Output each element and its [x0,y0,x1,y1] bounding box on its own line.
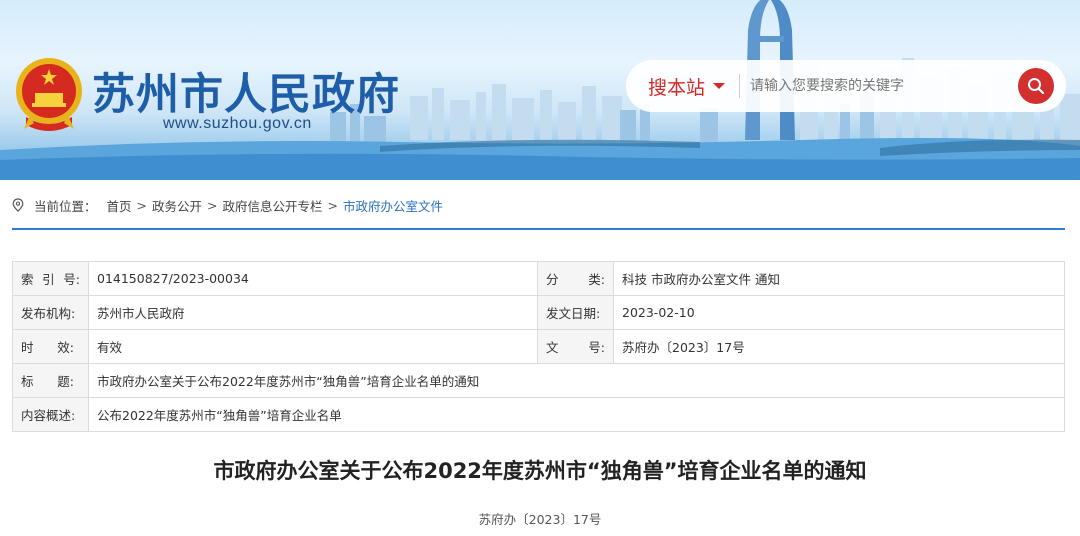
search-scope-dropdown[interactable]: 搜本站 [626,73,726,100]
index-number-label: 索引号: [12,261,89,296]
site-url: www.suzhou.gov.cn [163,115,312,132]
location-pin-icon [12,198,24,212]
breadcrumb-separator: > [207,197,218,213]
issue-date-value: 2023-02-10 [613,295,1065,330]
breadcrumb: 当前位置： 首页 > 政务公开 > 政府信息公开专栏 > 市政府办公室文件 [12,194,443,216]
table-row: 发布机构: 苏州市人民政府 发文日期: 2023-02-10 [12,295,1065,330]
breadcrumb-separator: > [327,197,339,213]
site-title: 苏州市人民政府 [92,70,400,120]
summary-value: 公布2022年度苏州市“独角兽”培育企业名单 [88,397,1065,432]
category-value: 科技 市政府办公室文件 通知 [613,261,1065,296]
breadcrumb-gov-affairs[interactable]: 政务公开 [152,196,202,215]
search-divider [739,74,741,98]
table-row: 内容概述: 公布2022年度苏州市“独角兽”培育企业名单 [12,397,1065,432]
document-number-value: 苏府办〔2023〕17号 [613,329,1065,364]
breadcrumb-info-disclosure[interactable]: 政府信息公开专栏 [223,196,323,215]
publisher-label: 发布机构: [12,295,89,330]
publisher-value: 苏州市人民政府 [88,295,538,330]
table-row: 时效: 有效 文号: 苏府办〔2023〕17号 [12,329,1065,364]
document-number: 苏府办〔2023〕17号 [478,512,602,527]
search-scope-label: 搜本站 [648,76,706,99]
breadcrumb-separator: > [136,197,148,213]
category-label: 分类: [537,261,614,296]
validity-label: 时效: [12,329,89,364]
document-number-label: 文号: [537,329,614,364]
breadcrumb-label: 当前位置： [34,198,97,214]
index-number-value: 014150827/2023-00034 [88,261,538,296]
search-icon [1028,78,1045,95]
search-input[interactable] [750,78,1011,94]
breadcrumb-home[interactable]: 首页 [107,196,132,215]
caret-down-icon [713,83,726,89]
summary-label: 内容概述: [12,397,89,432]
title-label: 标题: [12,363,89,398]
section-divider [12,228,1065,230]
site-banner: 苏州市人民政府 www.suzhou.gov.cn 搜本站 [0,0,1080,180]
issue-date-label: 发文日期: [537,295,614,330]
search-button[interactable] [1018,68,1054,104]
national-emblem-icon [16,58,82,131]
document-title: 市政府办公室关于公布2022年度苏州市“独角兽”培育企业名单的通知 [213,459,867,483]
table-row: 标题: 市政府办公室关于公布2022年度苏州市“独角兽”培育企业名单的通知 [12,363,1065,398]
document-info-table: 索引号: 014150827/2023-00034 分类: 科技 市政府办公室文… [12,261,1065,432]
validity-value: 有效 [88,329,538,364]
breadcrumb-current[interactable]: 市政府办公室文件 [343,196,443,215]
table-row: 索引号: 014150827/2023-00034 分类: 科技 市政府办公室文… [12,261,1065,296]
title-value: 市政府办公室关于公布2022年度苏州市“独角兽”培育企业名单的通知 [88,363,1065,398]
site-search-bar: 搜本站 [626,60,1066,112]
